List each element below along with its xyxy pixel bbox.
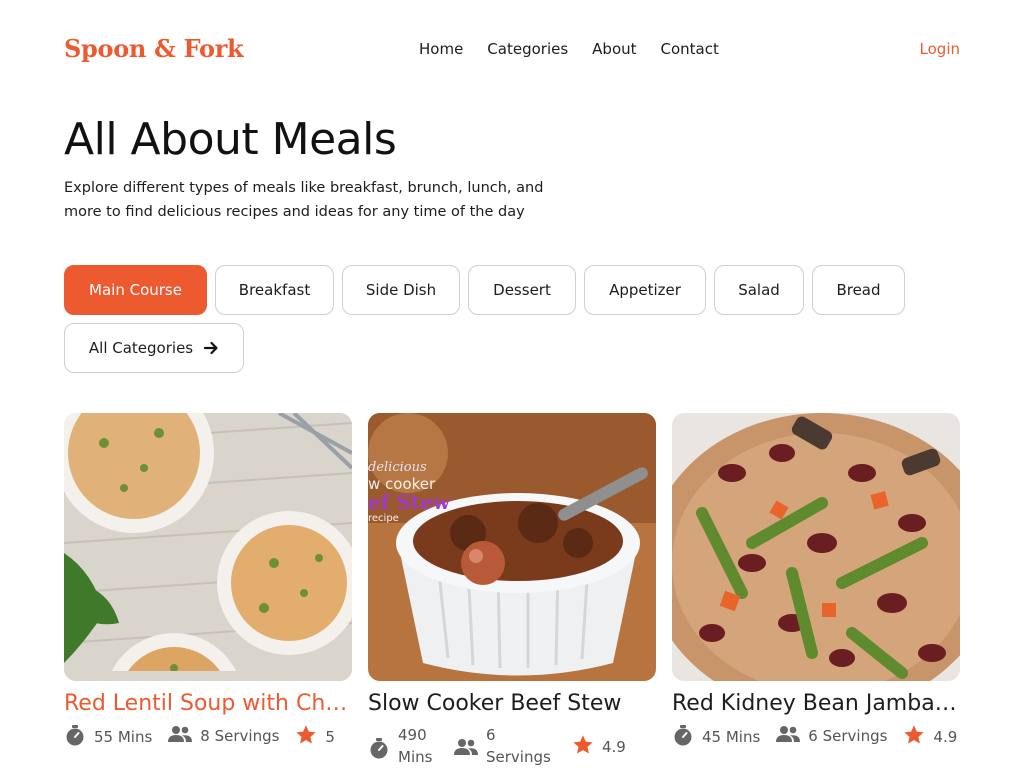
recipe-card[interactable]: delicious w cooker ef Stew recipe Slow C… <box>368 413 656 768</box>
recipe-title[interactable]: Red Lentil Soup with Chi… <box>64 691 352 716</box>
chip-side-dish[interactable]: Side Dish <box>342 265 460 315</box>
recipe-image[interactable] <box>64 413 352 681</box>
svg-text:delicious: delicious <box>368 460 427 475</box>
servings: 6 Servings <box>454 724 556 768</box>
people-icon <box>168 724 193 748</box>
all-categories-button[interactable]: All Categories <box>64 323 244 373</box>
timer-icon <box>368 737 390 763</box>
people-icon <box>776 724 801 748</box>
timer-icon <box>64 724 86 750</box>
star-icon <box>572 734 594 760</box>
people-icon <box>454 737 478 761</box>
brand-logo[interactable]: Spoon & Fork <box>64 34 244 63</box>
rating-text: 4.9 <box>602 738 626 756</box>
page-title: All About Meals <box>64 114 397 165</box>
navbar: Spoon & Fork Home Categories About Conta… <box>64 28 960 72</box>
recipe-card[interactable]: Red Kidney Bean Jamba… 45 Mins 6 Serving… <box>672 413 960 750</box>
cook-time: 45 Mins <box>672 724 760 750</box>
recipe-title[interactable]: Slow Cooker Beef Stew <box>368 691 656 716</box>
chip-bread[interactable]: Bread <box>812 265 905 315</box>
nav-categories[interactable]: Categories <box>487 40 568 58</box>
cook-time: 490 Mins <box>368 724 438 768</box>
rating: 5 <box>295 724 335 750</box>
arrow-right-icon <box>203 340 219 356</box>
servings-text: 6 Servings <box>486 726 551 766</box>
rating: 4.9 <box>572 734 626 760</box>
nav-contact[interactable]: Contact <box>661 40 719 58</box>
chip-main-course[interactable]: Main Course <box>64 265 207 315</box>
nav-about[interactable]: About <box>592 40 636 58</box>
servings-text: 8 Servings <box>200 727 280 745</box>
recipe-card[interactable]: Red Lentil Soup with Chi… 55 Mins 8 Serv… <box>64 413 352 750</box>
cook-time: 55 Mins <box>64 724 152 750</box>
recipe-meta: 490 Mins 6 Servings 4.9 <box>368 724 656 768</box>
recipe-image[interactable]: delicious w cooker ef Stew recipe <box>368 413 656 681</box>
login-link[interactable]: Login <box>920 40 960 58</box>
recipe-meta: 45 Mins 6 Servings 4.9 <box>672 724 960 750</box>
rating: 4.9 <box>903 724 957 750</box>
servings: 6 Servings <box>776 724 887 748</box>
chip-appetizer[interactable]: Appetizer <box>584 265 706 315</box>
recipe-meta: 55 Mins 8 Servings 5 <box>64 724 352 750</box>
chip-salad[interactable]: Salad <box>714 265 804 315</box>
recipe-title[interactable]: Red Kidney Bean Jamba… <box>672 691 960 716</box>
nav-links: Home Categories About Contact <box>419 40 719 58</box>
rating-text: 5 <box>325 728 335 746</box>
recipe-image[interactable] <box>672 413 960 681</box>
rating-text: 4.9 <box>933 728 958 746</box>
servings-text: 6 Servings <box>808 727 888 745</box>
chip-dessert[interactable]: Dessert <box>468 265 576 315</box>
svg-text:ef Stew: ef Stew <box>368 490 451 514</box>
cook-time-text: 45 Mins <box>702 728 761 746</box>
cook-time-text: 55 Mins <box>94 728 153 746</box>
servings: 8 Servings <box>168 724 279 748</box>
all-categories-label: All Categories <box>88 339 194 357</box>
star-icon <box>295 724 317 750</box>
timer-icon <box>672 724 694 750</box>
page-description: Explore different types of meals like br… <box>64 180 544 220</box>
nav-home[interactable]: Home <box>419 40 463 58</box>
cook-time-text: 490 Mins <box>398 726 433 766</box>
star-icon <box>903 724 925 750</box>
svg-text:recipe: recipe <box>368 513 399 524</box>
chip-breakfast[interactable]: Breakfast <box>215 265 334 315</box>
